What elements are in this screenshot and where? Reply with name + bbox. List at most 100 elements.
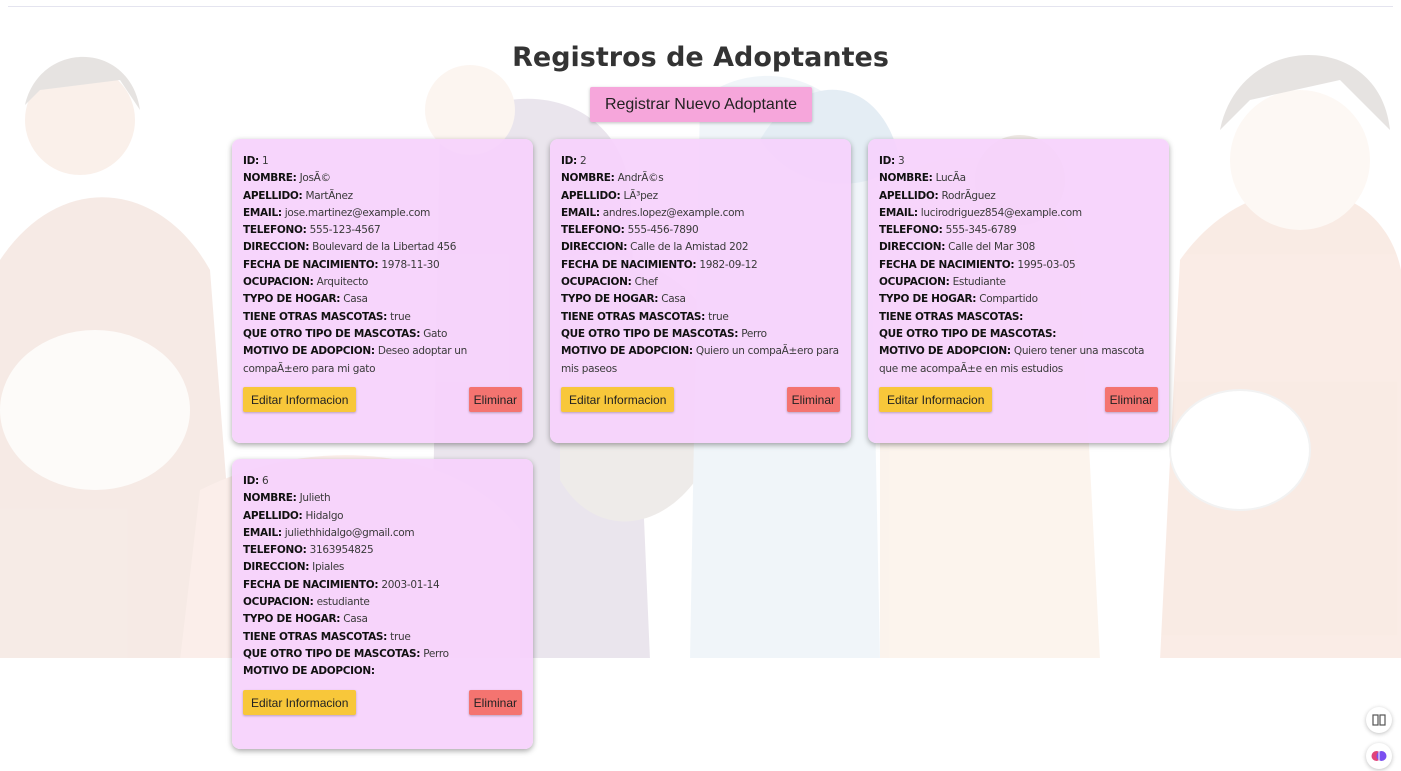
delete-button[interactable]: Eliminar xyxy=(1104,387,1158,412)
field-id: ID: 1 xyxy=(243,155,269,167)
field-hogar: TYPO DE HOGAR: Casa xyxy=(243,613,368,626)
apellido-value: RodrÃguez xyxy=(941,189,996,202)
email-value: lucirodriguez854@example.com xyxy=(920,206,1082,219)
hogar-value: Casa xyxy=(343,613,368,626)
field-motivo: MOTIVO DE ADOPCION: xyxy=(243,665,375,678)
field-direccion: DIRECCION: Boulevard de la Libertad 456 xyxy=(243,241,457,254)
field-ocupacion: OCUPACION: Estudiante xyxy=(879,276,1006,289)
field-id: ID: 2 xyxy=(561,155,587,167)
field-apellido: APELLIDO: RodrÃguez xyxy=(879,189,996,202)
field-email: EMAIL: lucirodriguez854@example.com xyxy=(879,206,1082,219)
field-otras-mascotas: TIENE OTRAS MASCOTAS: xyxy=(879,310,1024,323)
field-apellido: APELLIDO: Hidalgo xyxy=(243,509,344,522)
field-telefono: TELEFONO: 555-123-4567 xyxy=(243,224,381,237)
delete-button[interactable]: Eliminar xyxy=(468,690,522,715)
telefono-value: 555-345-6789 xyxy=(945,224,1017,237)
adopter-details: ID: 3 NOMBRE: LucÃa APELLIDO: RodrÃguez … xyxy=(879,153,1161,378)
tipo-mascotas-value: Perro xyxy=(423,647,449,660)
field-telefono: TELEFONO: 555-345-6789 xyxy=(879,224,1017,237)
fecha-value: 1995-03-05 xyxy=(1017,258,1076,271)
delete-button[interactable]: Eliminar xyxy=(468,387,522,412)
fecha-value: 1978-11-30 xyxy=(381,258,440,271)
field-otras-mascotas: TIENE OTRAS MASCOTAS: true xyxy=(243,630,411,643)
field-apellido: APELLIDO: MartÃnez xyxy=(243,189,353,202)
edit-info-button[interactable]: Editar Informacion xyxy=(561,387,675,412)
direccion-value: Calle del Mar 308 xyxy=(948,241,1036,254)
apellido-value: Hidalgo xyxy=(305,509,344,522)
tipo-mascotas-value: Gato xyxy=(423,327,448,340)
field-nombre: NOMBRE: JosÃ© xyxy=(243,172,331,185)
hogar-value: Casa xyxy=(343,293,368,306)
otras-mascotas-value: true xyxy=(390,630,411,643)
field-direccion: DIRECCION: Calle de la Amistad 202 xyxy=(561,241,749,254)
telefono-value: 3163954825 xyxy=(309,544,374,557)
field-otras-mascotas: TIENE OTRAS MASCOTAS: true xyxy=(243,310,411,323)
direccion-value: Calle de la Amistad 202 xyxy=(630,241,749,254)
field-hogar: TYPO DE HOGAR: Compartido xyxy=(879,293,1038,306)
field-ocupacion: OCUPACION: Arquitecto xyxy=(243,276,369,289)
field-email: EMAIL: jose.martinez@example.com xyxy=(243,206,431,219)
hogar-value: Compartido xyxy=(979,293,1038,306)
direccion-value: Boulevard de la Libertad 456 xyxy=(312,241,457,254)
email-value: andres.lopez@example.com xyxy=(602,206,745,219)
field-email: EMAIL: andres.lopez@example.com xyxy=(561,206,745,219)
field-motivo: MOTIVO DE ADOPCION: Quiero un compaÃ±ero… xyxy=(561,345,839,375)
ocupacion-value: Chef xyxy=(634,276,658,289)
field-tipo-mascotas: QUE OTRO TIPO DE MASCOTAS: Perro xyxy=(243,647,449,660)
adopter-card: ID: 2 NOMBRE: AndrÃ©s APELLIDO: LÃ³pez E… xyxy=(550,139,851,443)
field-direccion: DIRECCION: Calle del Mar 308 xyxy=(879,241,1036,254)
adopter-card: ID: 1 NOMBRE: JosÃ© APELLIDO: MartÃnez E… xyxy=(232,139,533,443)
otras-mascotas-value: true xyxy=(390,310,411,323)
field-hogar: TYPO DE HOGAR: Casa xyxy=(561,293,686,306)
field-ocupacion: OCUPACION: estudiante xyxy=(243,596,370,609)
otras-mascotas-value: true xyxy=(708,310,729,323)
id-value: 1 xyxy=(261,155,269,167)
page-title: Registros de Adoptantes xyxy=(512,42,889,73)
adopter-details: ID: 6 NOMBRE: Julieth APELLIDO: Hidalgo … xyxy=(243,473,525,681)
email-value: juliethhidalgo@gmail.com xyxy=(284,526,415,539)
brain-icon[interactable] xyxy=(1366,743,1392,769)
edit-info-button[interactable]: Editar Informacion xyxy=(243,690,357,715)
field-motivo: MOTIVO DE ADOPCION: Quiero tener una mas… xyxy=(879,345,1145,375)
nombre-value: Julieth xyxy=(299,492,331,505)
ocupacion-value: estudiante xyxy=(316,596,370,609)
field-fecha: FECHA DE NACIMIENTO: 1995-03-05 xyxy=(879,258,1076,271)
field-tipo-mascotas: QUE OTRO TIPO DE MASCOTAS: Perro xyxy=(561,327,767,340)
nombre-value: JosÃ© xyxy=(299,172,331,185)
field-nombre: NOMBRE: Julieth xyxy=(243,492,331,505)
nombre-value: LucÃa xyxy=(935,172,967,185)
adopter-details: ID: 1 NOMBRE: JosÃ© APELLIDO: MartÃnez E… xyxy=(243,153,525,378)
id-value: 3 xyxy=(897,155,905,167)
apellido-value: MartÃnez xyxy=(305,189,353,202)
fecha-value: 2003-01-14 xyxy=(381,578,440,591)
field-otras-mascotas: TIENE OTRAS MASCOTAS: true xyxy=(561,310,729,323)
field-id: ID: 6 xyxy=(243,475,269,487)
fecha-value: 1982-09-12 xyxy=(699,258,758,271)
nombre-value: AndrÃ©s xyxy=(617,172,664,185)
tipo-mascotas-value: Perro xyxy=(741,327,767,340)
telefono-value: 555-123-4567 xyxy=(309,224,381,237)
register-new-adopter-button[interactable]: Registrar Nuevo Adoptante xyxy=(590,87,812,122)
delete-button[interactable]: Eliminar xyxy=(786,387,840,412)
field-apellido: APELLIDO: LÃ³pez xyxy=(561,189,658,202)
adopter-card: ID: 6 NOMBRE: Julieth APELLIDO: Hidalgo … xyxy=(232,459,533,749)
field-telefono: TELEFONO: 555-456-7890 xyxy=(561,224,699,237)
edit-info-button[interactable]: Editar Informacion xyxy=(879,387,993,412)
telefono-value: 555-456-7890 xyxy=(627,224,699,237)
edit-info-button[interactable]: Editar Informacion xyxy=(243,387,357,412)
field-email: EMAIL: juliethhidalgo@gmail.com xyxy=(243,526,415,539)
email-value: jose.martinez@example.com xyxy=(284,206,431,219)
field-tipo-mascotas: QUE OTRO TIPO DE MASCOTAS: Gato xyxy=(243,327,448,340)
field-fecha: FECHA DE NACIMIENTO: 1982-09-12 xyxy=(561,258,758,271)
book-reader-icon[interactable] xyxy=(1366,707,1392,733)
field-fecha: FECHA DE NACIMIENTO: 2003-01-14 xyxy=(243,578,440,591)
field-ocupacion: OCUPACION: Chef xyxy=(561,276,658,289)
field-telefono: TELEFONO: 3163954825 xyxy=(243,544,374,557)
id-value: 6 xyxy=(261,475,269,487)
id-value: 2 xyxy=(579,155,587,167)
field-fecha: FECHA DE NACIMIENTO: 1978-11-30 xyxy=(243,258,440,271)
adopter-card: ID: 3 NOMBRE: LucÃa APELLIDO: RodrÃguez … xyxy=(868,139,1169,443)
field-id: ID: 3 xyxy=(879,155,905,167)
adopter-details: ID: 2 NOMBRE: AndrÃ©s APELLIDO: LÃ³pez E… xyxy=(561,153,843,378)
field-tipo-mascotas: QUE OTRO TIPO DE MASCOTAS: xyxy=(879,327,1057,340)
